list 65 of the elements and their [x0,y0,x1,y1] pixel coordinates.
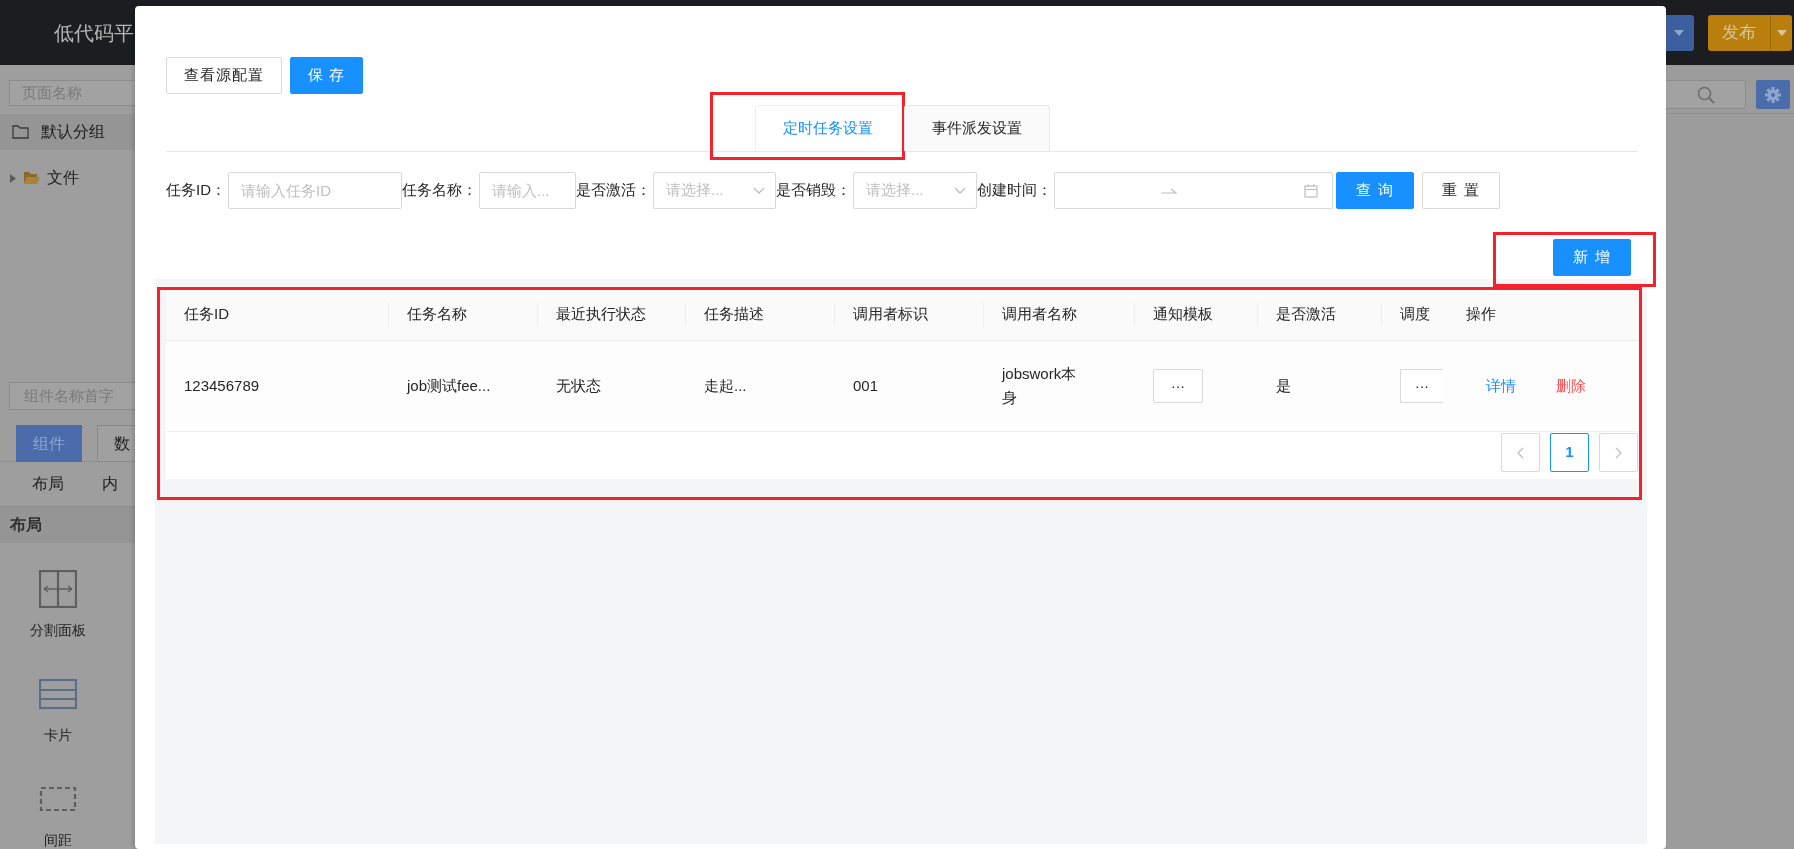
component-label[interactable]: 分割面板 [30,620,86,641]
category-tab[interactable]: 布局 [32,472,64,496]
folder-icon [23,171,41,185]
tree-item[interactable]: 文件 [47,166,79,190]
column-header: 任务名称 [389,289,538,341]
add-button[interactable]: 新 增 [1553,239,1631,276]
text-field[interactable]: 请输入任务ID [228,172,402,209]
section-header: 布局 [0,507,135,543]
chevron-down-icon [954,187,966,194]
column-header: 任务ID [166,289,389,341]
table-cell-text: 001 [853,375,879,396]
text-field[interactable]: 请输入... [479,172,576,209]
more-button[interactable]: ··· [1400,369,1443,403]
table-cell-text: 123456789 [184,375,260,396]
filter-label: 任务名称： [402,180,478,201]
caret-icon [1776,29,1787,36]
query-button[interactable]: 查 询 [1336,172,1414,209]
group-label: 默认分组 [41,122,105,142]
filter-label: 是否激活： [576,180,652,201]
table-cell-text: jobswork本身 [1002,364,1078,408]
page-button[interactable]: 1 [1550,433,1589,472]
dropdown-button[interactable] [1664,14,1694,51]
column-header: 最近执行状态 [538,289,686,341]
next-page-button[interactable] [1599,433,1638,472]
panel-tab[interactable]: 数 [97,425,135,462]
filter-label: 任务ID： [166,180,227,201]
view-config-button[interactable]: 查看源配置 [166,57,282,94]
table-cell-text: 走起... [704,375,747,396]
tab[interactable]: 定时任务设置 [754,105,901,151]
table-cell-text: job测试fee... [407,375,491,396]
settings-button[interactable] [1756,80,1790,109]
chevron-right-icon [1615,446,1622,459]
detail-link[interactable]: 详情 [1486,374,1516,398]
column-header: 是否激活 [1258,289,1382,341]
group-row[interactable]: 默认分组 [0,114,135,150]
reset-button[interactable]: 重 置 [1422,172,1500,209]
folder-icon [12,125,29,139]
chevron-down-icon [753,187,765,194]
component-label[interactable]: 间距 [44,830,72,849]
save-button[interactable]: 保 存 [290,57,364,94]
search-field[interactable] [1666,80,1746,109]
column-header: 任务描述 [686,289,835,341]
column-header: 调用者名称 [984,289,1135,341]
calendar-icon [1304,183,1318,198]
app-title: 低代码平 [54,20,134,46]
caret-icon [1674,29,1684,36]
delete-link[interactable]: 删除 [1556,374,1586,398]
category-tab[interactable]: 内 [102,472,118,496]
search-icon [1696,85,1715,104]
chevron-left-icon [1517,446,1524,459]
table-cell-text: 是 [1276,375,1291,396]
column-header: 调度 [1382,289,1448,341]
more-button[interactable]: ··· [1153,369,1203,403]
table-cell-text: 无状态 [556,375,601,396]
filter-label: 是否销毁： [776,180,852,201]
date-range-field[interactable] [1054,172,1333,209]
component-label[interactable]: 卡片 [44,725,72,746]
split-panel-icon [39,570,77,608]
prev-page-button[interactable] [1501,433,1540,472]
column-header: 操作 [1448,289,1638,341]
column-header: 调用者标识 [835,289,984,341]
filter-label: 创建时间： [977,180,1053,201]
column-header: 通知模板 [1135,289,1258,341]
settings-icon [1765,86,1781,103]
tab[interactable]: 事件派发设置 [903,105,1050,151]
